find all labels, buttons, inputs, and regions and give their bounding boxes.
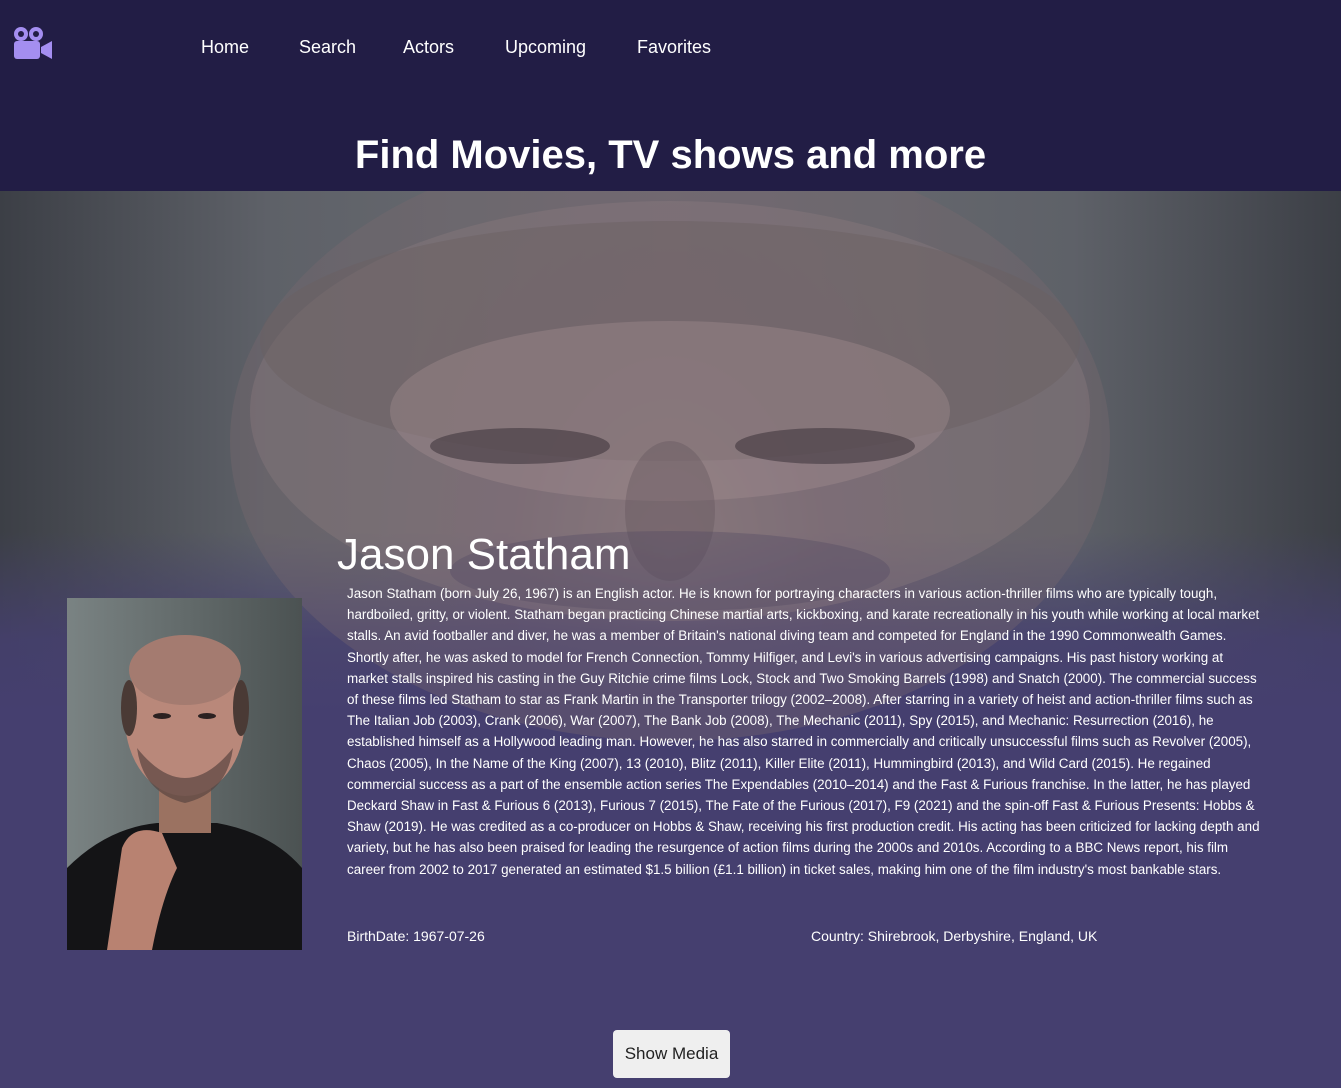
actor-biography: Jason Statham (born July 26, 1967) is an… (347, 586, 1260, 877)
nav-item-search[interactable]: Search (299, 36, 356, 58)
portrait-illustration (67, 598, 302, 950)
nav-item-upcoming[interactable]: Upcoming (505, 36, 586, 58)
hero-title: Find Movies, TV shows and more (354, 133, 987, 177)
actor-birthdate: BirthDate: 1967-07-26 (347, 928, 485, 944)
show-media-button[interactable]: Show Media (613, 1030, 730, 1078)
actor-portrait (67, 598, 302, 950)
nav-item-actors[interactable]: Actors (403, 36, 454, 58)
site-header: Home Search Actors Upcoming Favorites Fi… (0, 0, 1341, 191)
nav-item-home[interactable]: Home (201, 36, 249, 58)
actor-country: Country: Shirebrook, Derbyshire, England… (811, 928, 1098, 944)
actor-name: Jason Statham (337, 530, 631, 579)
video-camera-icon[interactable] (12, 25, 54, 61)
nav-item-favorites[interactable]: Favorites (637, 36, 711, 58)
